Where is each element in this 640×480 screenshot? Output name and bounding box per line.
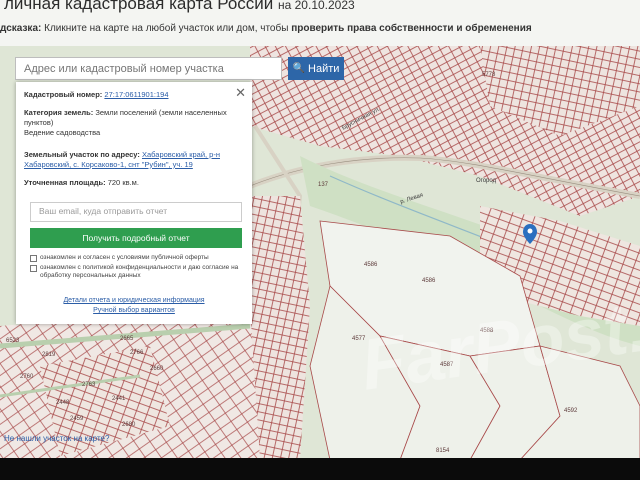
category-row: Категория земель: Земли поселений (земли… [24,108,244,137]
map-label: 4587 [440,362,454,368]
map-label: 5778 [482,72,496,78]
search-button-label: Найти [308,62,340,75]
map-label: 2766 [130,350,144,356]
checkbox-icon[interactable] [30,265,37,272]
area-label: Уточненная площадь: [24,178,106,187]
offer-consent-checkbox[interactable]: ознакомлен и согласен с условиями публич… [30,254,244,262]
offer-consent-label: ознакомлен и согласен с условиями публич… [40,254,209,261]
map-label: 4588 [480,328,494,334]
map-label: 2665 [120,336,134,342]
page-title: личная кадастровая карта России на 20.10… [4,0,355,14]
area-row: Уточненная площадь: 720 кв.м. [24,178,244,188]
map-label: 2441 [112,396,126,402]
monitor-bezel [0,458,640,480]
map-label: 2680 [122,422,136,428]
privacy-consent-label: ознакомлен с политикой конфиденциальност… [40,264,239,280]
get-report-button[interactable]: Получить подробный отчет [30,228,242,248]
manual-select-link[interactable]: Ручной выбор вариантов [16,306,252,315]
category-label: Категория земель: [24,108,94,117]
address-row: Земельный участок по адресу: Хабаровский… [24,150,244,170]
cad-number-label: Кадастровый номер: [24,90,103,99]
privacy-consent-checkbox[interactable]: ознакомлен с политикой конфиденциальност… [30,264,244,281]
place-label: Огород [476,178,497,184]
map-label: 6523 [6,338,20,344]
get-report-label: Получить подробный отчет [82,233,190,243]
details-link[interactable]: Детали отчета и юридическая информация [16,296,252,305]
land-use-value: Ведение садоводства [24,127,101,137]
footer-link[interactable]: Не нашли участок на карте? [4,434,109,443]
search-icon: 🔍 [292,63,306,74]
hint-prefix: дсказка: [0,23,42,34]
map-label: 4586 [422,278,436,284]
page-date: на 20.10.2023 [278,0,355,12]
map-label: 2819 [42,352,56,358]
address-label: Земельный участок по адресу: [24,150,140,159]
hint-text: Кликните на карте на любой участок или д… [41,23,292,34]
page-header: личная кадастровая карта России на 20.10… [0,0,640,46]
map-label: 2660 [150,366,164,372]
map-label: 137 [318,182,329,188]
map-label: 2763 [82,382,96,388]
cad-number-row: Кадастровый номер: 27:17:0611901:194 [24,90,244,100]
map-label: 2448 [56,400,70,406]
parcel-info-panel: ✕ Кадастровый номер: 27:17:0611901:194 К… [16,82,252,324]
cad-number-link[interactable]: 27:17:0611901:194 [104,90,168,99]
page-title-text: личная кадастровая карта России [4,0,274,13]
map-label: 2459 [70,416,84,422]
map-label: 4592 [564,408,578,414]
map-label: 4577 [352,336,366,342]
search-input[interactable] [15,57,282,80]
hint-bold: проверить права собственности и обремене… [291,23,532,34]
search-button[interactable]: 🔍 Найти [288,57,344,80]
map-label: 8154 [436,448,450,454]
map-label: 4586 [364,262,378,268]
email-field[interactable]: Ваш email, куда отправить отчет [30,202,242,222]
email-placeholder: Ваш email, куда отправить отчет [39,206,168,217]
hint-line: дсказка: Кликните на карте на любой учас… [0,23,532,34]
checkbox-icon[interactable] [30,255,37,262]
area-value: 720 кв.м. [107,178,139,187]
map-label: 2760 [20,374,34,380]
